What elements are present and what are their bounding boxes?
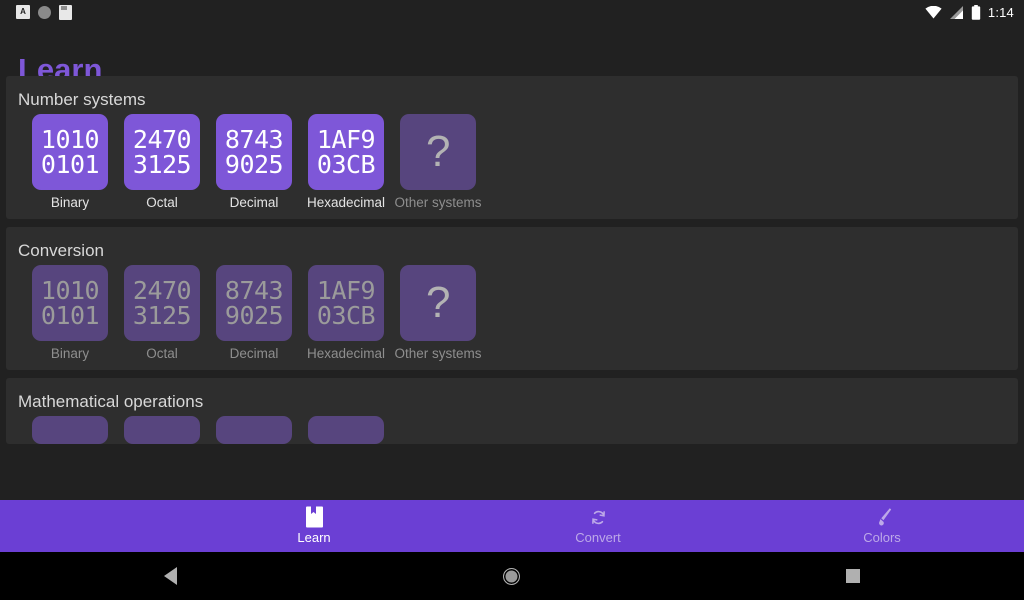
tile-cell: 2470 3125 Octal xyxy=(116,265,208,362)
app-bar: Learn xyxy=(0,24,1024,87)
app-badge-icon: A xyxy=(16,5,30,19)
tab-learn[interactable]: Learn xyxy=(172,500,456,552)
app-screen: A 1:14 Learn Number systems 1010 0101 Binar… xyxy=(0,0,1024,600)
tile-digits-line1: 8743 xyxy=(224,276,284,305)
tile-digits-line1: 8743 xyxy=(224,125,284,154)
bookmark-icon xyxy=(305,506,324,528)
tile-cell: 1AF9 03CB Hexadecimal xyxy=(300,114,392,211)
tile-digits-line1: 2470 xyxy=(132,276,192,305)
tile-cell xyxy=(300,416,392,444)
cellular-signal-icon xyxy=(949,5,963,19)
tile-label: Other systems xyxy=(394,346,482,361)
number-system-tile[interactable] xyxy=(32,416,108,444)
number-system-tile[interactable]: 8743 9025 xyxy=(216,265,292,341)
tile-label: Hexadecimal xyxy=(306,195,386,210)
tab-colors[interactable]: Colors xyxy=(740,500,1024,552)
section-title: Conversion xyxy=(18,241,104,260)
content-scroll-area[interactable]: Number systems 1010 0101 Binary 2470 3125 Octa… xyxy=(0,76,1024,500)
tile-cell: ? Other systems xyxy=(392,265,484,362)
back-triangle-icon xyxy=(164,567,178,585)
status-bar-notifications: A xyxy=(16,4,72,20)
tile-cell xyxy=(116,416,208,444)
document-icon xyxy=(59,4,72,20)
battery-icon xyxy=(971,4,981,20)
tile-digits-line2: 9025 xyxy=(224,150,284,179)
tile-label: Binary xyxy=(50,346,90,361)
number-system-tile[interactable] xyxy=(216,416,292,444)
tile-digits-line1: 1010 xyxy=(40,125,100,154)
number-system-tile[interactable]: ? xyxy=(400,114,476,190)
nav-back-button[interactable] xyxy=(0,567,341,585)
tile-row: 1010 0101 Binary 2470 3125 Octal 8743 9025 Decim… xyxy=(6,114,1018,211)
tile-digits-line2: 03CB xyxy=(316,150,376,179)
app-badge-letter: A xyxy=(20,7,26,16)
number-system-tile[interactable] xyxy=(308,416,384,444)
tile-cell: 1010 0101 Binary xyxy=(24,114,116,211)
tile-row: 1010 0101 Binary 2470 3125 Octal 8743 9025 Decim… xyxy=(6,265,1018,362)
tile-digits-line2: 0101 xyxy=(40,301,100,330)
question-mark-icon: ? xyxy=(426,127,450,176)
number-system-tile[interactable]: 2470 3125 xyxy=(124,265,200,341)
tile-cell: 8743 9025 Decimal xyxy=(208,114,300,211)
recents-square-icon xyxy=(846,569,861,583)
paintbrush-icon xyxy=(871,507,893,527)
section-card: Mathematical operations xyxy=(6,378,1018,444)
sync-icon xyxy=(588,507,609,527)
tile-row xyxy=(6,416,1018,444)
tile-digits-line2: 3125 xyxy=(132,301,192,330)
tab-label: Colors xyxy=(863,530,901,545)
tile-cell: 2470 3125 Octal xyxy=(116,114,208,211)
nav-home-button[interactable] xyxy=(341,567,682,585)
tile-label: Decimal xyxy=(229,346,279,361)
section-card: Conversion 1010 0101 Binary 2470 3125 Octal 874… xyxy=(6,227,1018,370)
number-system-tile[interactable]: 1AF9 03CB xyxy=(308,265,384,341)
tile-digits-line1: 1AF9 xyxy=(316,125,376,154)
question-mark-icon: ? xyxy=(426,278,450,327)
bottom-navigation: Learn Convert Colors xyxy=(0,500,1024,552)
tile-digits-line1: 1010 xyxy=(40,276,100,305)
status-bar-clock: 1:14 xyxy=(987,4,1014,20)
tile-digits-line2: 9025 xyxy=(224,301,284,330)
number-system-tile[interactable]: 1AF9 03CB xyxy=(308,114,384,190)
tile-digits-line2: 0101 xyxy=(40,150,100,179)
status-bar: A 1:14 xyxy=(0,0,1024,24)
tile-cell xyxy=(208,416,300,444)
section-title: Number systems xyxy=(18,90,146,109)
tab-label: Learn xyxy=(297,530,331,545)
section-card: Number systems 1010 0101 Binary 2470 3125 Octa… xyxy=(6,76,1018,219)
tile-label: Other systems xyxy=(394,195,482,210)
number-system-tile[interactable]: 8743 9025 xyxy=(216,114,292,190)
wifi-icon xyxy=(925,5,942,18)
number-system-tile[interactable]: 2470 3125 xyxy=(124,114,200,190)
tile-cell: 8743 9025 Decimal xyxy=(208,265,300,362)
tile-label: Hexadecimal xyxy=(306,346,386,361)
status-bar-system-icons: 1:14 xyxy=(925,4,1014,20)
tile-cell: 1AF9 03CB Hexadecimal xyxy=(300,265,392,362)
circle-icon xyxy=(38,5,51,19)
number-system-tile[interactable]: 1010 0101 xyxy=(32,265,108,341)
tile-label: Binary xyxy=(50,195,90,210)
number-system-tile[interactable] xyxy=(124,416,200,444)
tab-label: Convert xyxy=(575,530,621,545)
nav-recents-button[interactable] xyxy=(683,569,1024,583)
android-system-nav xyxy=(0,552,1024,600)
number-system-tile[interactable]: 1010 0101 xyxy=(32,114,108,190)
tile-digits-line2: 03CB xyxy=(316,301,376,330)
tile-digits-line2: 3125 xyxy=(132,150,192,179)
tile-digits-line1: 2470 xyxy=(132,125,192,154)
tab-convert[interactable]: Convert xyxy=(456,500,740,552)
number-system-tile[interactable]: ? xyxy=(400,265,476,341)
tile-digits-line1: 1AF9 xyxy=(316,276,376,305)
tile-label: Octal xyxy=(146,346,178,361)
tile-cell: ? Other systems xyxy=(392,114,484,211)
home-circle-icon xyxy=(503,567,521,585)
section-title: Mathematical operations xyxy=(18,392,204,411)
tile-label: Decimal xyxy=(229,195,279,210)
tile-cell: 1010 0101 Binary xyxy=(24,265,116,362)
tile-cell xyxy=(24,416,116,444)
tile-label: Octal xyxy=(146,195,178,210)
